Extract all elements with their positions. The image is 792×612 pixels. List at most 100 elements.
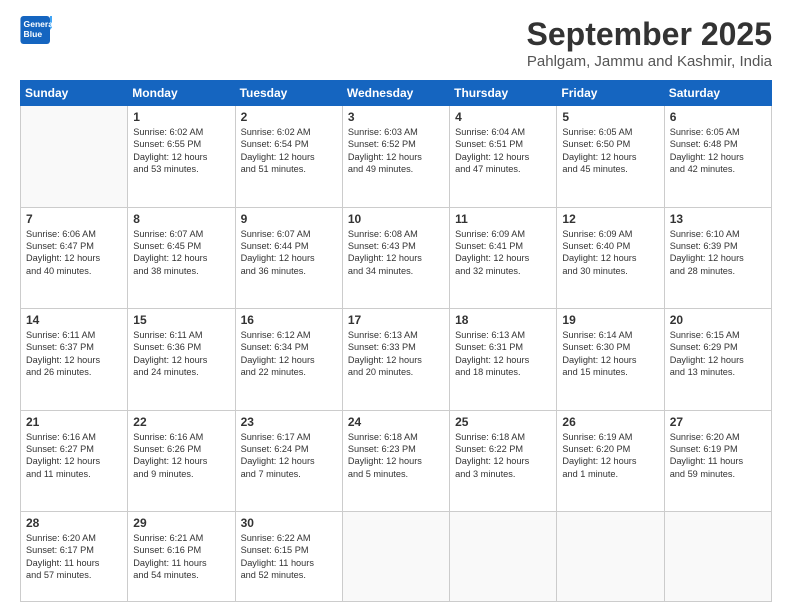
col-thursday: Thursday <box>450 81 557 106</box>
day-number: 5 <box>562 110 658 124</box>
day-number: 17 <box>348 313 444 327</box>
day-number: 4 <box>455 110 551 124</box>
calendar-cell: 12 Sunrise: 6:09 AM Sunset: 6:40 PM Dayli… <box>557 207 664 309</box>
cell-info: Sunrise: 6:20 AM Sunset: 6:19 PM Dayligh… <box>670 431 766 481</box>
col-saturday: Saturday <box>664 81 771 106</box>
svg-text:Blue: Blue <box>24 29 43 39</box>
calendar-cell: 15 Sunrise: 6:11 AM Sunset: 6:36 PM Dayli… <box>128 309 235 411</box>
day-number: 26 <box>562 415 658 429</box>
cell-info: Sunrise: 6:10 AM Sunset: 6:39 PM Dayligh… <box>670 228 766 278</box>
day-number: 16 <box>241 313 337 327</box>
cell-info: Sunrise: 6:18 AM Sunset: 6:23 PM Dayligh… <box>348 431 444 481</box>
col-friday: Friday <box>557 81 664 106</box>
day-number: 29 <box>133 516 229 530</box>
day-number: 23 <box>241 415 337 429</box>
day-number: 11 <box>455 212 551 226</box>
calendar-cell: 2 Sunrise: 6:02 AM Sunset: 6:54 PM Daylig… <box>235 106 342 208</box>
cell-info: Sunrise: 6:02 AM Sunset: 6:54 PM Dayligh… <box>241 126 337 176</box>
day-number: 20 <box>670 313 766 327</box>
day-number: 22 <box>133 415 229 429</box>
calendar-cell <box>21 106 128 208</box>
calendar-cell: 26 Sunrise: 6:19 AM Sunset: 6:20 PM Dayli… <box>557 410 664 512</box>
calendar-week-1: 7 Sunrise: 6:06 AM Sunset: 6:47 PM Daylig… <box>21 207 772 309</box>
calendar-cell: 17 Sunrise: 6:13 AM Sunset: 6:33 PM Dayli… <box>342 309 449 411</box>
day-number: 2 <box>241 110 337 124</box>
day-number: 12 <box>562 212 658 226</box>
calendar-cell: 4 Sunrise: 6:04 AM Sunset: 6:51 PM Daylig… <box>450 106 557 208</box>
calendar-cell: 29 Sunrise: 6:21 AM Sunset: 6:16 PM Dayli… <box>128 512 235 602</box>
calendar-week-3: 21 Sunrise: 6:16 AM Sunset: 6:27 PM Dayli… <box>21 410 772 512</box>
calendar-cell: 27 Sunrise: 6:20 AM Sunset: 6:19 PM Dayli… <box>664 410 771 512</box>
cell-info: Sunrise: 6:11 AM Sunset: 6:36 PM Dayligh… <box>133 329 229 379</box>
subtitle: Pahlgam, Jammu and Kashmir, India <box>527 53 772 70</box>
cell-info: Sunrise: 6:05 AM Sunset: 6:48 PM Dayligh… <box>670 126 766 176</box>
calendar-cell: 14Sunrise: 6:11 AM Sunset: 6:37 PM Dayli… <box>21 309 128 411</box>
calendar-cell <box>342 512 449 602</box>
cell-info: Sunrise: 6:06 AM Sunset: 6:47 PM Dayligh… <box>26 228 122 278</box>
day-number: 1 <box>133 110 229 124</box>
cell-info: Sunrise: 6:13 AM Sunset: 6:33 PM Dayligh… <box>348 329 444 379</box>
calendar-cell: 5 Sunrise: 6:05 AM Sunset: 6:50 PM Daylig… <box>557 106 664 208</box>
col-tuesday: Tuesday <box>235 81 342 106</box>
day-number: 3 <box>348 110 444 124</box>
calendar-cell: 24 Sunrise: 6:18 AM Sunset: 6:23 PM Dayli… <box>342 410 449 512</box>
cell-info: Sunrise: 6:16 AM Sunset: 6:27 PM Dayligh… <box>26 431 122 481</box>
cell-info: Sunrise: 6:17 AM Sunset: 6:24 PM Dayligh… <box>241 431 337 481</box>
calendar-cell <box>557 512 664 602</box>
day-number: 18 <box>455 313 551 327</box>
calendar-cell: 18 Sunrise: 6:13 AM Sunset: 6:31 PM Dayli… <box>450 309 557 411</box>
calendar-cell <box>664 512 771 602</box>
day-number: 7 <box>26 212 122 226</box>
title-section: September 2025 Pahlgam, Jammu and Kashmi… <box>527 16 772 70</box>
calendar-cell: 3 Sunrise: 6:03 AM Sunset: 6:52 PM Daylig… <box>342 106 449 208</box>
logo: General Blue <box>20 16 52 44</box>
calendar-cell: 1 Sunrise: 6:02 AM Sunset: 6:55 PM Daylig… <box>128 106 235 208</box>
day-number: 19 <box>562 313 658 327</box>
cell-info: Sunrise: 6:14 AM Sunset: 6:30 PM Dayligh… <box>562 329 658 379</box>
day-number: 10 <box>348 212 444 226</box>
day-number: 6 <box>670 110 766 124</box>
calendar-cell: 23 Sunrise: 6:17 AM Sunset: 6:24 PM Dayli… <box>235 410 342 512</box>
calendar-week-0: 1 Sunrise: 6:02 AM Sunset: 6:55 PM Daylig… <box>21 106 772 208</box>
day-number: 21 <box>26 415 122 429</box>
calendar-cell: 6 Sunrise: 6:05 AM Sunset: 6:48 PM Daylig… <box>664 106 771 208</box>
calendar-cell: 25 Sunrise: 6:18 AM Sunset: 6:22 PM Dayli… <box>450 410 557 512</box>
calendar-cell: 7 Sunrise: 6:06 AM Sunset: 6:47 PM Daylig… <box>21 207 128 309</box>
calendar-cell: 19 Sunrise: 6:14 AM Sunset: 6:30 PM Dayli… <box>557 309 664 411</box>
cell-info: Sunrise: 6:03 AM Sunset: 6:52 PM Dayligh… <box>348 126 444 176</box>
page: General Blue September 2025 Pahlgam, Jam… <box>0 0 792 612</box>
cell-info: Sunrise: 6:09 AM Sunset: 6:40 PM Dayligh… <box>562 228 658 278</box>
cell-info: Sunrise: 6:07 AM Sunset: 6:44 PM Dayligh… <box>241 228 337 278</box>
svg-text:General: General <box>24 19 52 29</box>
day-number: 24 <box>348 415 444 429</box>
calendar-week-4: 28Sunrise: 6:20 AM Sunset: 6:17 PM Dayli… <box>21 512 772 602</box>
month-title: September 2025 <box>527 16 772 53</box>
cell-info: Sunrise: 6:19 AM Sunset: 6:20 PM Dayligh… <box>562 431 658 481</box>
cell-info: Sunrise: 6:13 AM Sunset: 6:31 PM Dayligh… <box>455 329 551 379</box>
calendar-cell: 22Sunrise: 6:16 AM Sunset: 6:26 PM Dayli… <box>128 410 235 512</box>
calendar-cell: 8Sunrise: 6:07 AM Sunset: 6:45 PM Daylig… <box>128 207 235 309</box>
calendar-cell: 9 Sunrise: 6:07 AM Sunset: 6:44 PM Daylig… <box>235 207 342 309</box>
cell-info: Sunrise: 6:05 AM Sunset: 6:50 PM Dayligh… <box>562 126 658 176</box>
cell-info: Sunrise: 6:02 AM Sunset: 6:55 PM Dayligh… <box>133 126 229 176</box>
cell-info: Sunrise: 6:11 AM Sunset: 6:37 PM Dayligh… <box>26 329 122 379</box>
cell-info: Sunrise: 6:12 AM Sunset: 6:34 PM Dayligh… <box>241 329 337 379</box>
cell-info: Sunrise: 6:18 AM Sunset: 6:22 PM Dayligh… <box>455 431 551 481</box>
col-monday: Monday <box>128 81 235 106</box>
day-number: 30 <box>241 516 337 530</box>
calendar-cell: 16 Sunrise: 6:12 AM Sunset: 6:34 PM Dayli… <box>235 309 342 411</box>
header: General Blue September 2025 Pahlgam, Jam… <box>20 16 772 70</box>
cell-info: Sunrise: 6:08 AM Sunset: 6:43 PM Dayligh… <box>348 228 444 278</box>
day-number: 27 <box>670 415 766 429</box>
cell-info: Sunrise: 6:22 AM Sunset: 6:15 PM Dayligh… <box>241 532 337 582</box>
calendar-cell: 10 Sunrise: 6:08 AM Sunset: 6:43 PM Dayli… <box>342 207 449 309</box>
day-number: 15 <box>133 313 229 327</box>
day-number: 9 <box>241 212 337 226</box>
cell-info: Sunrise: 6:21 AM Sunset: 6:16 PM Dayligh… <box>133 532 229 582</box>
day-number: 25 <box>455 415 551 429</box>
cell-info: Sunrise: 6:09 AM Sunset: 6:41 PM Dayligh… <box>455 228 551 278</box>
col-wednesday: Wednesday <box>342 81 449 106</box>
cell-info: Sunrise: 6:04 AM Sunset: 6:51 PM Dayligh… <box>455 126 551 176</box>
calendar-cell: 21 Sunrise: 6:16 AM Sunset: 6:27 PM Dayli… <box>21 410 128 512</box>
col-sunday: Sunday <box>21 81 128 106</box>
